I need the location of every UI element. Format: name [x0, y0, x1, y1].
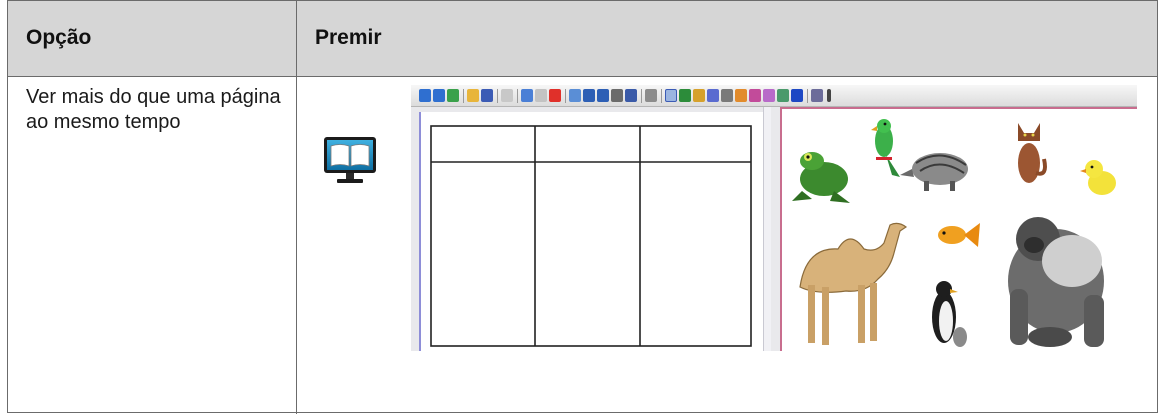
header-cell-option: Opção: [8, 1, 297, 77]
folder-icon: [467, 89, 479, 102]
table-icon: [625, 89, 637, 102]
header-press-label: Premir: [315, 26, 382, 49]
pen-icon: [679, 89, 691, 102]
magic-pen-icon: [749, 89, 761, 102]
line-icon: [721, 89, 733, 102]
grid-icon: [645, 89, 657, 102]
header-option-label: Opção: [26, 26, 92, 49]
camel-image: [799, 222, 908, 345]
forward-arrow-icon: [433, 89, 445, 102]
shape-icon: [763, 89, 775, 102]
creative-pen-icon: [777, 89, 789, 102]
redo-icon: [535, 89, 547, 102]
table-header-row: Opção Premir: [8, 1, 1157, 77]
gorilla-image: [1008, 217, 1104, 347]
cat-image: [1018, 123, 1047, 183]
goldfish-image: [938, 223, 980, 247]
empty-table-grid: [430, 125, 752, 347]
option-cell: Ver mais do que uma página ao mesmo temp…: [8, 77, 297, 414]
highlighter-icon: [693, 89, 705, 102]
app-toolbar: [411, 85, 1137, 107]
more-icon: [827, 89, 831, 102]
dual-page-monitor-icon: [324, 137, 376, 183]
option-description: Ver mais do que uma página ao mesmo temp…: [26, 86, 281, 133]
capture-icon: [811, 89, 823, 102]
screen-shade-icon: [611, 89, 623, 102]
eraser-icon: [707, 89, 719, 102]
back-arrow-icon: [419, 89, 431, 102]
screen-icon: [569, 89, 581, 102]
left-panel-scrollbar[interactable]: [763, 107, 771, 351]
armadillo-image: [900, 153, 968, 191]
undo-icon: [521, 89, 533, 102]
delete-icon: [549, 89, 561, 102]
whiteboard-screenshot: [411, 85, 1137, 351]
fill-icon: [735, 89, 747, 102]
select-icon: [665, 89, 677, 102]
dual-screen-icon: [583, 89, 595, 102]
right-page-panel: [780, 107, 1137, 351]
penguin-image: [932, 281, 967, 347]
save-icon: [481, 89, 493, 102]
frog-image: [792, 152, 850, 203]
refresh-icon: [447, 89, 459, 102]
left-page-panel: [419, 112, 769, 351]
chick-image: [1080, 160, 1116, 195]
monitor-icon: [597, 89, 609, 102]
text-icon: [791, 89, 803, 102]
page-icon: [501, 89, 513, 102]
